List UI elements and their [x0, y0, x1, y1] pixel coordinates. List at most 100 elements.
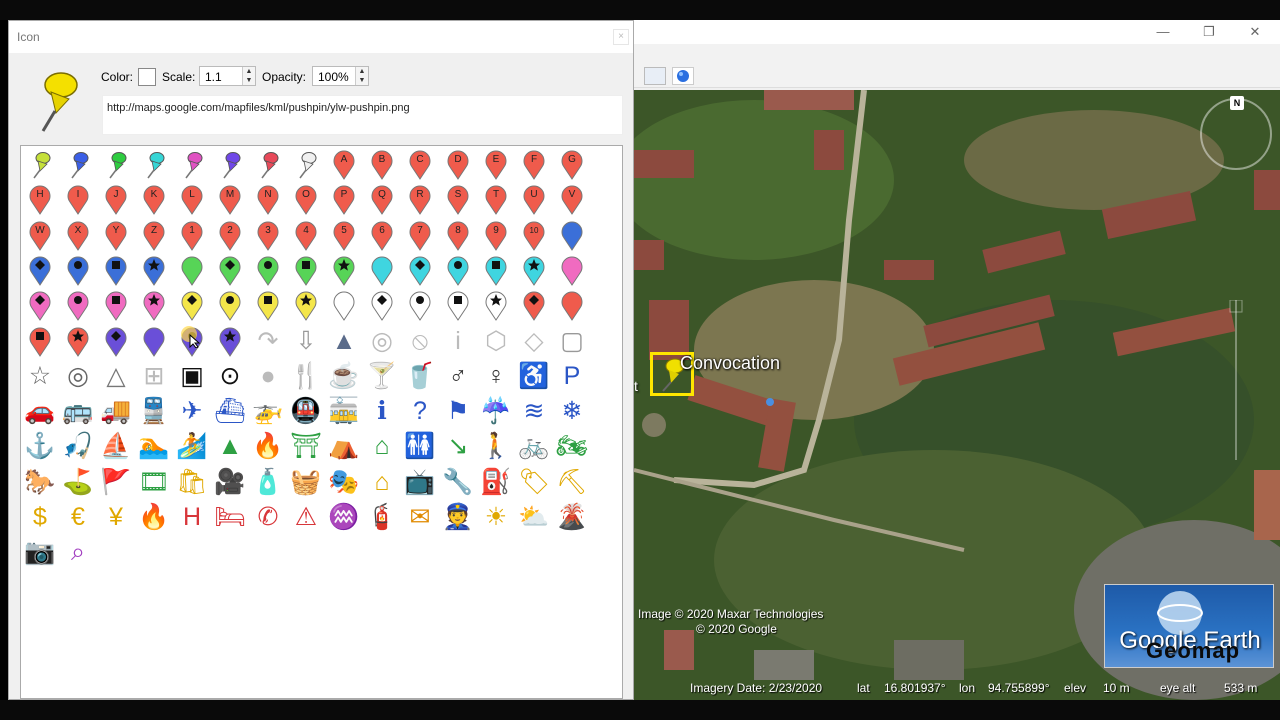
- paddle-8-icon[interactable]: 8: [440, 217, 476, 253]
- fire-icon[interactable]: 🔥: [136, 499, 172, 535]
- airport-icon[interactable]: ✈: [174, 393, 210, 429]
- paddle-blank-icon[interactable]: [136, 323, 172, 359]
- sunny-icon[interactable]: ☀: [478, 499, 514, 535]
- paddle-diamond-icon[interactable]: [402, 252, 438, 288]
- image-overlay-button[interactable]: [644, 67, 666, 85]
- paddle-circle-icon[interactable]: [212, 287, 248, 323]
- paddle-k-icon[interactable]: K: [136, 181, 172, 217]
- paddle-blank-icon[interactable]: [554, 217, 590, 253]
- paddle-diamond-icon[interactable]: [22, 252, 58, 288]
- paddle-square-icon[interactable]: [440, 287, 476, 323]
- triangle-icon[interactable]: △: [98, 358, 134, 394]
- hiking-icon[interactable]: 🚶: [478, 428, 514, 464]
- paddle-star-icon[interactable]: [326, 252, 362, 288]
- paddle-blank-icon[interactable]: [174, 252, 210, 288]
- paddle-d-icon[interactable]: D: [440, 146, 476, 182]
- paddle-circle-icon[interactable]: [440, 252, 476, 288]
- zoom-slider[interactable]: [1227, 300, 1245, 460]
- opacity-stepper[interactable]: ▲ ▼: [355, 67, 368, 85]
- paddle-h-icon[interactable]: H: [22, 181, 58, 217]
- paddle-t-icon[interactable]: T: [478, 181, 514, 217]
- paddle-star-icon[interactable]: [136, 252, 172, 288]
- mechanic-icon[interactable]: 🔧: [440, 464, 476, 500]
- pushpin-icon[interactable]: [22, 146, 58, 182]
- golf-icon[interactable]: ⛳: [60, 464, 96, 500]
- truck-icon[interactable]: 🚚: [98, 393, 134, 429]
- fishing-icon[interactable]: 🎣: [60, 428, 96, 464]
- paddle-square-icon[interactable]: [98, 252, 134, 288]
- tree-icon[interactable]: ▲: [212, 428, 248, 464]
- cycling-icon[interactable]: 🚲: [516, 428, 552, 464]
- camera-icon[interactable]: 📷: [22, 534, 58, 570]
- dining-icon[interactable]: 🍴: [288, 358, 324, 394]
- man-icon[interactable]: ♂: [440, 358, 476, 394]
- paddle-g-icon[interactable]: G: [554, 146, 590, 182]
- placemark-label[interactable]: Convocation: [680, 353, 780, 374]
- paddle-blank-icon[interactable]: [554, 287, 590, 323]
- paddle-i-icon[interactable]: I: [60, 181, 96, 217]
- paddle-blank-icon[interactable]: [326, 287, 362, 323]
- paddle-1-icon[interactable]: 1: [174, 217, 210, 253]
- snack-icon[interactable]: 🥤: [402, 358, 438, 394]
- caution-icon[interactable]: ⚠: [288, 499, 324, 535]
- paddle-circle-icon[interactable]: [60, 252, 96, 288]
- paddle-u-icon[interactable]: U: [516, 181, 552, 217]
- paddle-star-icon[interactable]: [212, 323, 248, 359]
- ferry-icon[interactable]: ⛴: [212, 393, 248, 429]
- paddle-blank-icon[interactable]: [554, 252, 590, 288]
- paddle-w-icon[interactable]: W: [22, 217, 58, 253]
- paddle-j-icon[interactable]: J: [98, 181, 134, 217]
- firedept-icon[interactable]: 🧯: [364, 499, 400, 535]
- subway-icon[interactable]: 🚇: [288, 393, 324, 429]
- trail-icon[interactable]: 🚩: [98, 464, 134, 500]
- helicopter-icon[interactable]: 🚁: [250, 393, 286, 429]
- paddle-c-icon[interactable]: C: [402, 146, 438, 182]
- toilets-icon[interactable]: 🚻: [402, 428, 438, 464]
- gas-station-icon[interactable]: ⛽: [478, 464, 514, 500]
- paddle-star-icon[interactable]: [136, 287, 172, 323]
- info-icon[interactable]: ℹ: [364, 393, 400, 429]
- paddle-circle-icon[interactable]: [402, 287, 438, 323]
- paddle-b-icon[interactable]: B: [364, 146, 400, 182]
- paddle-diamond-icon[interactable]: [174, 287, 210, 323]
- paddle-star-icon[interactable]: [60, 323, 96, 359]
- shopping-icon[interactable]: 🛍: [174, 464, 210, 500]
- flag-icon[interactable]: ⚑: [440, 393, 476, 429]
- movies-icon[interactable]: 🎞: [136, 464, 172, 500]
- electronics-icon[interactable]: 📺: [402, 464, 438, 500]
- star-icon[interactable]: ☆: [22, 358, 58, 394]
- paddle-f-icon[interactable]: F: [516, 146, 552, 182]
- arrow-reroute-icon[interactable]: ↷: [250, 323, 286, 359]
- hexagon-icon[interactable]: ⬡: [478, 323, 514, 359]
- paddle-square-icon[interactable]: [22, 323, 58, 359]
- pushpin-icon[interactable]: [60, 146, 96, 182]
- bar-icon[interactable]: 🍸: [364, 358, 400, 394]
- coffee-icon[interactable]: ☕: [326, 358, 362, 394]
- post-office-icon[interactable]: ✉: [402, 499, 438, 535]
- paddle-diamond-icon[interactable]: [212, 252, 248, 288]
- pushpin-icon[interactable]: [250, 146, 286, 182]
- ranger-icon[interactable]: ⌂: [364, 428, 400, 464]
- paddle-star-icon[interactable]: [288, 287, 324, 323]
- motorbike-icon[interactable]: 🏍: [554, 428, 590, 464]
- paddle-star-icon[interactable]: [516, 252, 552, 288]
- car-icon[interactable]: 🚗: [22, 393, 58, 429]
- question-icon[interactable]: ?: [402, 393, 438, 429]
- arrow-nav-icon[interactable]: ▲: [326, 323, 362, 359]
- camera-film-icon[interactable]: 🎥: [212, 464, 248, 500]
- homegardening-icon[interactable]: ⌂: [364, 464, 400, 500]
- icon-url-field[interactable]: http://maps.google.com/mapfiles/kml/push…: [102, 95, 623, 135]
- realestate-icon[interactable]: 🏷: [516, 464, 552, 500]
- paddle-star-icon[interactable]: [478, 287, 514, 323]
- info-i-icon[interactable]: i: [440, 323, 476, 359]
- paddle-square-icon[interactable]: [250, 287, 286, 323]
- paddle-circle-icon[interactable]: [250, 252, 286, 288]
- restore-button[interactable]: ❐: [1186, 20, 1232, 44]
- trail-arrow-icon[interactable]: ↘: [440, 428, 476, 464]
- poi-icon[interactable]: ⛏: [554, 464, 590, 500]
- paddle-diamond-icon[interactable]: [516, 287, 552, 323]
- paddle-diamond-icon[interactable]: [98, 323, 134, 359]
- scale-spinbox[interactable]: 1.1 ▲ ▼: [199, 66, 256, 86]
- opacity-spinbox[interactable]: 100% ▲ ▼: [312, 66, 369, 86]
- paddle-5-icon[interactable]: 5: [326, 217, 362, 253]
